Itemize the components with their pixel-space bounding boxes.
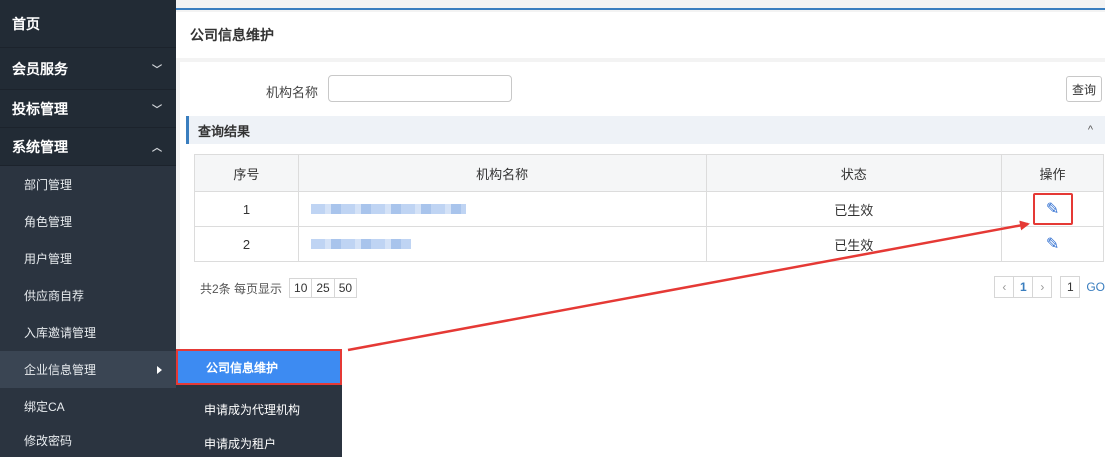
row-status: 已生效	[705, 191, 1003, 227]
goto-page-input[interactable]: 1	[1060, 276, 1081, 298]
collapse-icon[interactable]: ^	[1088, 124, 1093, 136]
row-actions: ✎	[1001, 191, 1104, 227]
sidebar-item-label: 企业信息管理	[24, 363, 97, 377]
sidebar-item-supplier-recommend[interactable]: 供应商自荐	[0, 277, 176, 314]
column-header-org-name: 机构名称	[297, 154, 707, 192]
sidebar-item-department[interactable]: 部门管理	[0, 166, 176, 203]
sidebar-item-user[interactable]: 用户管理	[0, 240, 176, 277]
chevron-down-icon: ﹀	[152, 105, 162, 116]
column-header-status: 状态	[705, 154, 1003, 192]
row-status: 已生效	[705, 226, 1003, 262]
sidebar-item-bind-ca[interactable]: 绑定CA	[0, 388, 176, 425]
chevron-down-icon: ﹀	[152, 65, 162, 76]
row-actions: ✎	[1001, 226, 1104, 262]
sidebar-item-label: 用户管理	[24, 252, 73, 266]
sidebar-item-label: 会员服务	[12, 60, 68, 77]
page-size-option[interactable]: 10	[289, 278, 313, 298]
caret-right-icon	[157, 365, 162, 374]
results-table: 序号 机构名称 状态 操作 1 已生效 ✎ 2 已生效 ✎	[194, 154, 1104, 262]
sidebar-item-bid-management[interactable]: 投标管理 ﹀	[0, 90, 176, 128]
sidebar-item-home[interactable]: 首页	[0, 0, 176, 48]
redacted-text	[310, 238, 411, 249]
pagination: ‹ 1 › 1 GO	[994, 276, 1105, 298]
next-page-button[interactable]: ›	[1032, 276, 1053, 298]
flyout-item-apply-agency[interactable]: 申请成为代理机构	[176, 391, 342, 427]
top-accent-bar	[176, 0, 1105, 10]
pencil-icon[interactable]: ✎	[1032, 193, 1073, 225]
sidebar-item-label: 首页	[12, 15, 40, 32]
pencil-icon[interactable]: ✎	[1040, 231, 1066, 257]
sidebar-item-member-services[interactable]: 会员服务 ﹀	[0, 48, 176, 90]
table-row: 1 已生效 ✎	[194, 191, 1104, 227]
sidebar-item-label: 绑定CA	[24, 400, 65, 414]
column-header-index: 序号	[194, 154, 299, 192]
flyout-item-company-info[interactable]: 公司信息维护	[176, 349, 342, 385]
results-header: 查询结果 ^	[186, 116, 1105, 144]
sidebar-item-label: 投标管理	[12, 100, 68, 117]
chevron-up-icon: ︿	[152, 143, 162, 154]
sidebar-item-label: 修改密码	[24, 434, 73, 448]
prev-page-button[interactable]: ‹	[994, 276, 1015, 298]
row-index: 2	[194, 226, 299, 262]
current-page[interactable]: 1	[1013, 276, 1034, 298]
page-size-option[interactable]: 25	[311, 278, 335, 298]
row-index: 1	[194, 191, 299, 227]
sidebar-item-label: 部门管理	[24, 178, 73, 192]
sidebar-item-change-password[interactable]: 修改密码	[0, 422, 176, 457]
sidebar-item-label: 角色管理	[24, 215, 73, 229]
go-button[interactable]: GO	[1086, 280, 1105, 294]
sidebar: 首页 会员服务 ﹀ 投标管理 ﹀ 系统管理 ︿ 部门管理 角色管理 用户管理 供…	[0, 0, 176, 457]
table-header-row: 序号 机构名称 状态 操作	[194, 154, 1104, 192]
pagination-summary: 共2条 每页显示	[200, 281, 283, 296]
submenu-flyout: 公司信息维护 申请成为代理机构 申请成为租户	[176, 349, 342, 457]
sidebar-item-label: 系统管理	[12, 138, 68, 155]
flyout-item-apply-tenant[interactable]: 申请成为租户	[176, 425, 342, 457]
query-button[interactable]: 查询	[1066, 76, 1102, 102]
table-row: 2 已生效 ✎	[194, 226, 1104, 262]
row-org-name	[297, 191, 707, 227]
sidebar-item-enterprise-info[interactable]: 企业信息管理	[0, 351, 176, 388]
org-name-input[interactable]	[328, 75, 512, 102]
sidebar-item-role[interactable]: 角色管理	[0, 203, 176, 240]
row-org-name	[297, 226, 707, 262]
sidebar-item-label: 入库邀请管理	[24, 326, 97, 340]
sidebar-item-invitation[interactable]: 入库邀请管理	[0, 314, 176, 351]
column-header-actions: 操作	[1001, 154, 1104, 192]
redacted-text	[310, 203, 466, 214]
page-size-selector: 共2条 每页显示 10 25 50	[200, 278, 358, 298]
page-size-option[interactable]: 50	[333, 278, 358, 298]
sidebar-item-label: 供应商自荐	[24, 289, 85, 303]
sidebar-item-system-management[interactable]: 系统管理 ︿	[0, 128, 176, 166]
page-title: 公司信息维护	[176, 12, 1105, 58]
search-label: 机构名称	[266, 85, 319, 100]
results-title: 查询结果	[198, 123, 251, 139]
